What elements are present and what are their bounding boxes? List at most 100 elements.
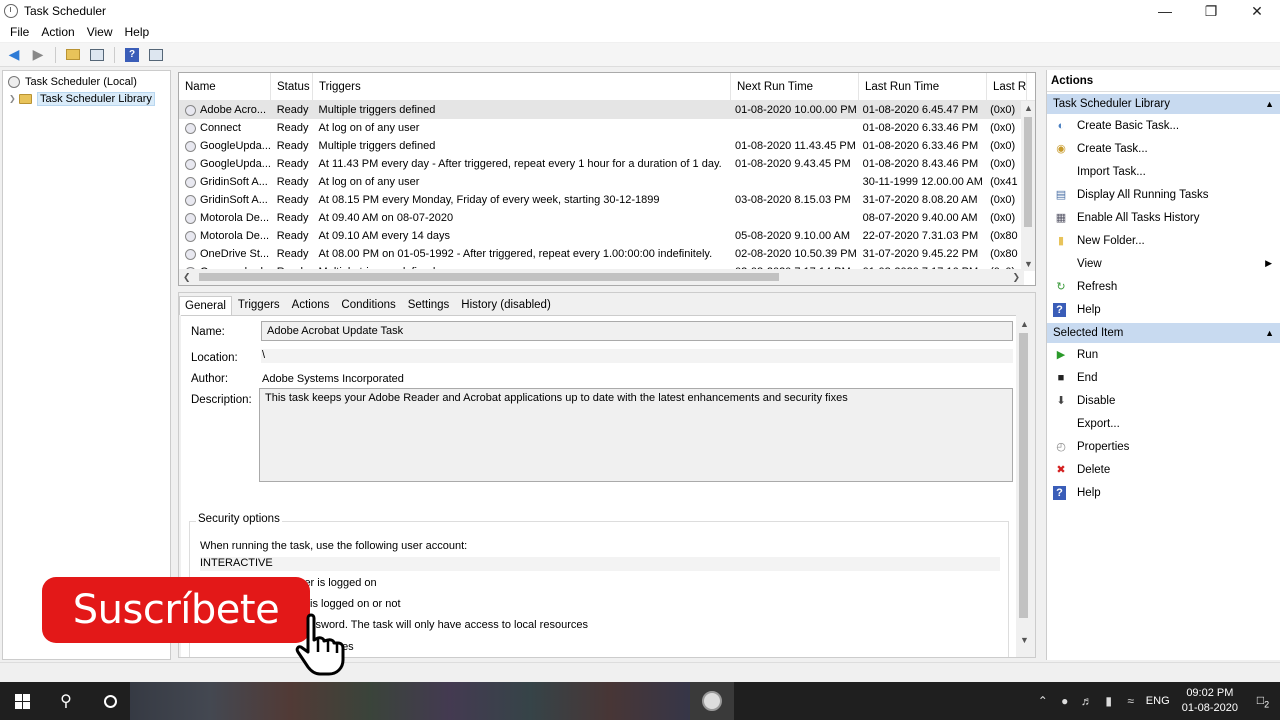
language-indicator[interactable]: ENG [1142, 695, 1174, 707]
console-tree: Task Scheduler (Local) ❯ Task Scheduler … [2, 70, 171, 660]
task-last-run: 08-07-2020 9.40.00 AM [862, 212, 978, 224]
description-field[interactable]: This task keeps your Adobe Reader and Ac… [259, 388, 1013, 482]
action-import-task[interactable]: Import Task... [1047, 160, 1280, 183]
action-help[interactable]: ? Help [1047, 481, 1280, 504]
action-create-task[interactable]: ◉ Create Task... [1047, 137, 1280, 160]
scroll-up-arrow-icon[interactable]: ▲ [1024, 103, 1033, 113]
status-bar [0, 662, 1280, 682]
tree-item-library[interactable]: ❯ Task Scheduler Library [3, 90, 170, 107]
action-enable-all-tasks-history[interactable]: ▦ Enable All Tasks History [1047, 206, 1280, 229]
scroll-right-arrow-icon[interactable]: ❯ [1012, 272, 1020, 283]
taskbar-pinned-apps[interactable] [130, 682, 690, 720]
name-field[interactable]: Adobe Acrobat Update Task [261, 321, 1013, 341]
toolbar: ◀ ▶ ? [0, 43, 1280, 67]
table-row[interactable]: GoogleUpda... Ready Multiple triggers defi… [179, 137, 1024, 155]
task-list-vertical-scrollbar[interactable]: ▲ ▼ [1021, 101, 1035, 271]
action-display-all-running-tasks[interactable]: ▤ Display All Running Tasks [1047, 183, 1280, 206]
cortana-icon[interactable] [88, 682, 132, 720]
menu-action[interactable]: Action [35, 25, 80, 39]
search-icon[interactable]: ⚲ [44, 682, 88, 720]
task-name: GoogleUpda... [179, 155, 271, 173]
scroll-up-arrow-icon[interactable]: ▲ [1020, 319, 1029, 329]
tab-history[interactable]: History (disabled) [455, 295, 556, 315]
task-next-run: 03-08-2020 8.15.03 PM [735, 194, 851, 206]
column-header-name[interactable]: Name [179, 73, 271, 101]
maximize-button[interactable]: ❐ [1188, 0, 1234, 22]
table-row[interactable]: Motorola De... Ready At 09.10 AM every 14 … [179, 227, 1024, 245]
table-row[interactable]: Motorola De... Ready At 09.40 AM on 08-07-… [179, 209, 1024, 227]
scrollbar-thumb[interactable] [1024, 117, 1032, 227]
collapse-caret-icon[interactable]: ▲ [1265, 323, 1274, 343]
tab-actions[interactable]: Actions [286, 295, 336, 315]
action-help[interactable]: ? Help [1047, 298, 1280, 321]
pointing-hand-icon [295, 613, 345, 676]
column-header-triggers[interactable]: Triggers [313, 73, 731, 101]
column-header-status[interactable]: Status [271, 73, 313, 101]
table-row[interactable]: Connect Ready At log on of any user 01-08-2… [179, 119, 1024, 137]
subscribe-button[interactable]: Suscríbete [42, 577, 310, 643]
column-header-last-run[interactable]: Last Run Time [859, 73, 987, 101]
action-new-folder[interactable]: ▮ New Folder... [1047, 229, 1280, 252]
menu-help[interactable]: Help [119, 25, 156, 39]
action-end[interactable]: ■ End [1047, 366, 1280, 389]
show-action-pane-icon[interactable] [146, 45, 166, 65]
action-view[interactable]: View ▶ [1047, 252, 1280, 275]
minimize-button[interactable]: — [1142, 0, 1188, 22]
wifi-icon[interactable]: ≈ [1120, 694, 1142, 708]
back-arrow-icon[interactable]: ◀ [4, 45, 24, 65]
menu-file[interactable]: File [4, 25, 35, 39]
table-row[interactable]: GridinSoft A... Ready At 08.15 PM every Mo… [179, 191, 1024, 209]
scrollbar-thumb[interactable] [1019, 333, 1028, 618]
scroll-left-arrow-icon[interactable]: ❮ [183, 272, 191, 283]
forward-arrow-icon[interactable]: ▶ [28, 45, 48, 65]
table-row[interactable]: OneDrive St... Ready At 08.00 PM on 01-05-… [179, 245, 1024, 263]
action-create-basic-task[interactable]: ◐ Create Basic Task... [1047, 114, 1280, 137]
up-folder-icon[interactable] [63, 45, 83, 65]
tree-item-local[interactable]: Task Scheduler (Local) [3, 73, 170, 90]
action-disable[interactable]: ⬇ Disable [1047, 389, 1280, 412]
refresh-icon: ↻ [1056, 281, 1066, 293]
tab-conditions[interactable]: Conditions [335, 295, 401, 315]
task-status: Ready [276, 176, 309, 188]
details-vertical-scrollbar[interactable]: ▲ ▼ [1016, 317, 1031, 647]
action-run[interactable]: ▶ Run [1047, 343, 1280, 366]
tab-settings[interactable]: Settings [402, 295, 456, 315]
battery-icon[interactable]: ▮ [1098, 694, 1120, 708]
column-header-last-result[interactable]: Last R [987, 73, 1027, 101]
tab-triggers[interactable]: Triggers [232, 295, 286, 315]
collapse-caret-icon[interactable]: ▲ [1265, 94, 1274, 114]
column-header-next-run[interactable]: Next Run Time [731, 73, 859, 101]
task-last-result: (0x0) [990, 158, 1016, 170]
windows-start-icon[interactable] [0, 682, 44, 720]
task-scheduler-taskbar-icon[interactable] [690, 682, 734, 720]
actions-section-header[interactable]: Selected Item ▲ [1047, 323, 1280, 343]
chevron-right-icon[interactable]: ❯ [9, 94, 19, 103]
task-list-horizontal-scrollbar[interactable]: ❮ ❯ [179, 269, 1024, 285]
notifications-icon[interactable]: □2 [1246, 693, 1280, 709]
scroll-down-arrow-icon[interactable]: ▼ [1020, 635, 1029, 645]
center-pane: Name Status Triggers Next Run Time Last … [175, 70, 1040, 660]
tab-general[interactable]: General [179, 296, 232, 315]
chevron-up-icon[interactable]: ⌃ [1032, 694, 1054, 708]
action-export[interactable]: Export... [1047, 412, 1280, 435]
taskbar-clock[interactable]: 09:02 PM 01-08-2020 [1174, 686, 1246, 716]
scroll-down-arrow-icon[interactable]: ▼ [1024, 259, 1033, 269]
run-icon: ▶ [1056, 349, 1066, 361]
help-icon[interactable]: ? [122, 45, 142, 65]
scrollbar-thumb[interactable] [199, 273, 779, 281]
action-refresh[interactable]: ↻ Refresh [1047, 275, 1280, 298]
close-button[interactable]: ✕ [1234, 0, 1280, 22]
actions-section-title: Selected Item [1053, 327, 1124, 339]
action-delete[interactable]: ✖ Delete [1047, 458, 1280, 481]
speaker-icon[interactable]: ♬ [1076, 694, 1098, 708]
table-row[interactable]: GridinSoft A... Ready At log on of any use… [179, 173, 1024, 191]
microphone-icon[interactable]: ● [1054, 694, 1076, 708]
actions-section-header[interactable]: Task Scheduler Library ▲ [1047, 94, 1280, 114]
account-value: INTERACTIVE [200, 557, 1000, 571]
table-row[interactable]: GoogleUpda... Ready At 11.43 PM every day … [179, 155, 1024, 173]
task-name: Motorola De... [179, 209, 271, 227]
table-row[interactable]: Adobe Acro... Ready Multiple triggers defi… [179, 101, 1024, 119]
action-properties[interactable]: ◴ Properties [1047, 435, 1280, 458]
show-hide-tree-icon[interactable] [87, 45, 107, 65]
menu-view[interactable]: View [81, 25, 119, 39]
